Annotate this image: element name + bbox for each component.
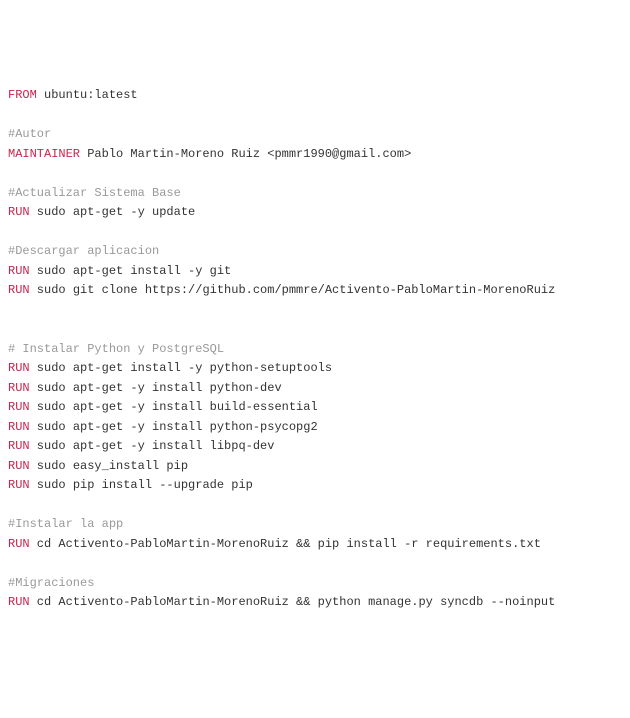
code-line: RUN sudo apt-get -y update: [8, 203, 622, 223]
code-line: RUN sudo apt-get -y install libpq-dev: [8, 437, 622, 457]
instruction-args: Pablo Martin-Moreno Ruiz <pmmr1990@gmail…: [80, 147, 411, 161]
code-line: [8, 496, 622, 516]
code-line: #Descargar aplicacion: [8, 242, 622, 262]
instruction-args: sudo apt-get -y update: [30, 205, 196, 219]
comment-text: #Actualizar Sistema Base: [8, 186, 181, 200]
code-line: RUN sudo apt-get install -y python-setup…: [8, 359, 622, 379]
instruction-args: sudo easy_install pip: [30, 459, 188, 473]
code-line: FROM ubuntu:latest: [8, 86, 622, 106]
code-line: [8, 164, 622, 184]
dockerfile-keyword: RUN: [8, 264, 30, 278]
instruction-args: sudo git clone https://github.com/pmmre/…: [30, 283, 556, 297]
comment-text: # Instalar Python y PostgreSQL: [8, 342, 224, 356]
dockerfile-keyword: RUN: [8, 459, 30, 473]
instruction-args: sudo apt-get -y install python-dev: [30, 381, 282, 395]
dockerfile-keyword: MAINTAINER: [8, 147, 80, 161]
code-line: RUN cd Activento-PabloMartin-MorenoRuiz …: [8, 593, 622, 613]
instruction-args: cd Activento-PabloMartin-MorenoRuiz && p…: [30, 595, 556, 609]
instruction-args: sudo apt-get -y install python-psycopg2: [30, 420, 318, 434]
dockerfile-keyword: RUN: [8, 478, 30, 492]
instruction-args: sudo apt-get -y install build-essential: [30, 400, 318, 414]
code-line: RUN cd Activento-PabloMartin-MorenoRuiz …: [8, 535, 622, 555]
comment-text: #Migraciones: [8, 576, 94, 590]
code-line: #Instalar la app: [8, 515, 622, 535]
code-line: RUN sudo pip install --upgrade pip: [8, 476, 622, 496]
dockerfile-keyword: RUN: [8, 381, 30, 395]
code-line: #Actualizar Sistema Base: [8, 184, 622, 204]
dockerfile-keyword: RUN: [8, 595, 30, 609]
dockerfile-keyword: FROM: [8, 88, 37, 102]
code-line: #Migraciones: [8, 574, 622, 594]
code-line: RUN sudo apt-get -y install build-essent…: [8, 398, 622, 418]
instruction-args: sudo apt-get install -y git: [30, 264, 232, 278]
instruction-args: sudo apt-get install -y python-setuptool…: [30, 361, 332, 375]
instruction-args: cd Activento-PabloMartin-MorenoRuiz && p…: [30, 537, 541, 551]
code-line: [8, 106, 622, 126]
code-line: RUN sudo apt-get -y install python-psyco…: [8, 418, 622, 438]
dockerfile-keyword: RUN: [8, 361, 30, 375]
code-line: RUN sudo git clone https://github.com/pm…: [8, 281, 622, 301]
code-line: #Autor: [8, 125, 622, 145]
instruction-args: sudo apt-get -y install libpq-dev: [30, 439, 275, 453]
code-line: RUN sudo easy_install pip: [8, 457, 622, 477]
dockerfile-keyword: RUN: [8, 439, 30, 453]
code-line: # Instalar Python y PostgreSQL: [8, 340, 622, 360]
code-line: [8, 320, 622, 340]
instruction-args: ubuntu:latest: [37, 88, 138, 102]
dockerfile-code-block: FROM ubuntu:latest #Autor MAINTAINER Pabl…: [8, 86, 622, 613]
dockerfile-keyword: RUN: [8, 400, 30, 414]
comment-text: #Descargar aplicacion: [8, 244, 159, 258]
code-line: [8, 301, 622, 321]
code-line: RUN sudo apt-get -y install python-dev: [8, 379, 622, 399]
dockerfile-keyword: RUN: [8, 537, 30, 551]
code-line: RUN sudo apt-get install -y git: [8, 262, 622, 282]
code-line: [8, 223, 622, 243]
code-line: [8, 554, 622, 574]
instruction-args: sudo pip install --upgrade pip: [30, 478, 253, 492]
comment-text: #Autor: [8, 127, 51, 141]
dockerfile-keyword: RUN: [8, 205, 30, 219]
code-line: MAINTAINER Pablo Martin-Moreno Ruiz <pmm…: [8, 145, 622, 165]
dockerfile-keyword: RUN: [8, 283, 30, 297]
dockerfile-keyword: RUN: [8, 420, 30, 434]
